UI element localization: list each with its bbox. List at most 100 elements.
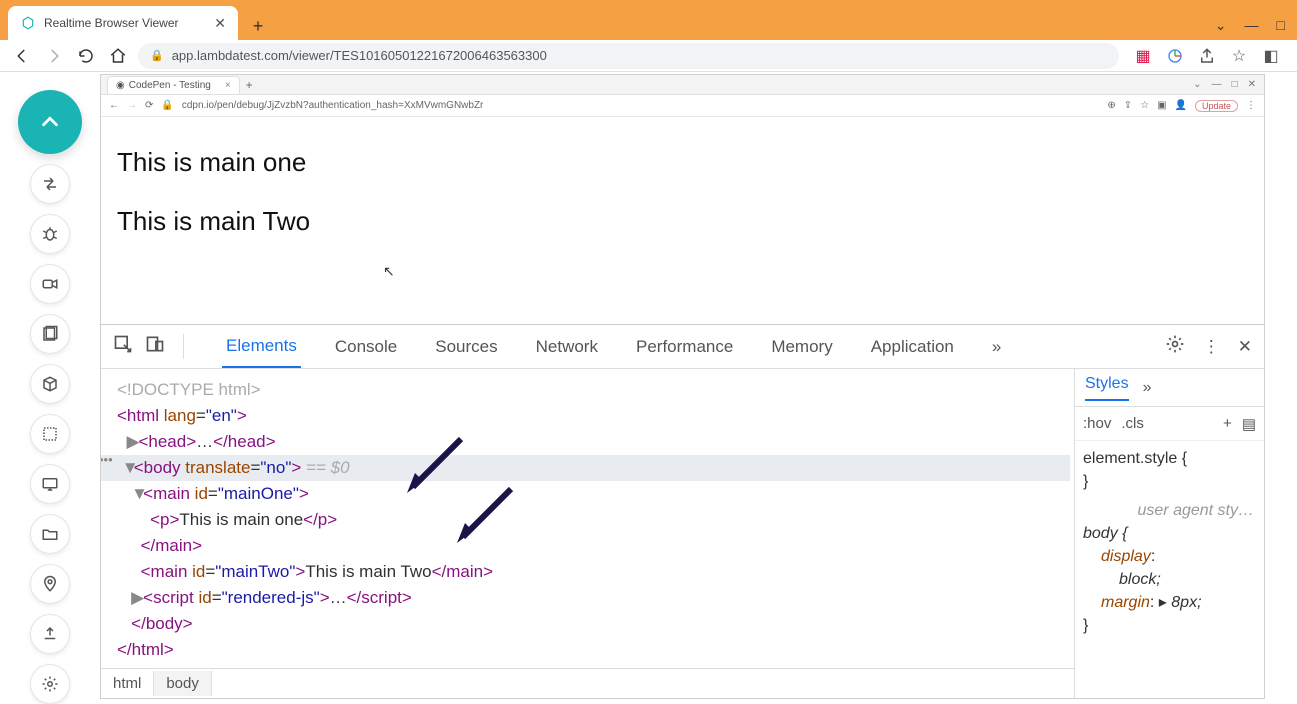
lambdatest-favicon	[20, 15, 36, 31]
more-tabs-icon[interactable]: »	[1143, 379, 1152, 397]
more-tabs-icon[interactable]: »	[988, 327, 1005, 367]
lock-icon: 🔒	[161, 100, 173, 111]
close-icon[interactable]: ✕	[1238, 337, 1252, 357]
cls-toggle[interactable]: .cls	[1121, 415, 1144, 432]
outer-tab-title: Realtime Browser Viewer	[44, 16, 179, 30]
close-brace: }	[1083, 614, 1256, 637]
lambdatest-toolbar	[18, 90, 82, 704]
outer-url-text: app.lambdatest.com/viewer/TES10160501221…	[172, 48, 547, 63]
minimize-icon[interactable]: —	[1212, 79, 1222, 90]
maximize-icon[interactable]: □	[1277, 17, 1285, 34]
breadcrumb-html[interactable]: html	[101, 671, 154, 696]
dom-doctype: <!DOCTYPE html>	[117, 380, 261, 399]
computed-icon[interactable]: ▤	[1242, 415, 1256, 433]
outer-browser-tab[interactable]: Realtime Browser Viewer ✕	[8, 6, 238, 40]
google-icon[interactable]	[1165, 46, 1185, 66]
tab-sources[interactable]: Sources	[431, 327, 501, 367]
cube-icon[interactable]	[30, 364, 70, 404]
zoom-icon[interactable]: ⊕	[1107, 100, 1115, 111]
folder-icon[interactable]	[30, 514, 70, 554]
reload-button[interactable]: ⟳	[145, 100, 153, 111]
sidepanel-icon[interactable]: ◧	[1261, 46, 1281, 66]
inner-new-tab-button[interactable]: +	[246, 78, 253, 92]
back-button[interactable]: ←	[109, 100, 119, 111]
tab-memory[interactable]: Memory	[767, 327, 836, 367]
close-icon[interactable]: ✕	[1248, 79, 1256, 90]
inner-tab-title: CodePen - Testing	[129, 80, 211, 91]
tab-performance[interactable]: Performance	[632, 327, 737, 367]
update-button[interactable]: Update	[1195, 100, 1238, 112]
body-selector: body {	[1083, 522, 1256, 545]
page-paragraph-1: This is main one	[117, 147, 1248, 178]
kebab-icon[interactable]: ⋮	[1203, 337, 1220, 357]
upload-icon[interactable]	[30, 614, 70, 654]
outer-browser-tabstrip: Realtime Browser Viewer ✕ + ⌄ — □	[0, 0, 1297, 40]
dom-breadcrumb[interactable]: html body	[101, 668, 1074, 698]
inner-browser-window: ◉ CodePen - Testing × + ⌄ — □ ✕ ← → ⟳ 🔒 …	[100, 74, 1265, 699]
extension-icon[interactable]: ▣	[1157, 100, 1166, 111]
forward-button[interactable]: →	[127, 100, 137, 111]
inner-browser-tab[interactable]: ◉ CodePen - Testing ×	[107, 76, 240, 94]
close-icon[interactable]: ✕	[214, 15, 226, 32]
reload-button[interactable]	[74, 44, 98, 68]
forward-button[interactable]	[42, 44, 66, 68]
video-icon[interactable]	[30, 264, 70, 304]
layout-icon[interactable]	[30, 414, 70, 454]
styles-rules[interactable]: element.style { } user agent sty… body {…	[1075, 441, 1264, 698]
eq0-marker: == $0	[301, 458, 349, 477]
tab-application[interactable]: Application	[867, 327, 958, 367]
share-icon[interactable]	[1197, 46, 1217, 66]
inspect-icon[interactable]	[113, 334, 133, 359]
menu-icon[interactable]: ⋮	[1246, 100, 1256, 111]
dom-tree[interactable]: ••• <!DOCTYPE html> <html lang="en"> ▶<h…	[101, 369, 1074, 668]
hov-toggle[interactable]: :hov	[1083, 415, 1111, 432]
share-icon[interactable]: ⇪	[1124, 100, 1132, 111]
ua-stylesheet-label: user agent sty…	[1083, 499, 1256, 522]
chevron-down-icon[interactable]: ⌄	[1215, 17, 1227, 34]
tab-console[interactable]: Console	[331, 327, 401, 367]
inner-tabstrip: ◉ CodePen - Testing × + ⌄ — □ ✕	[101, 75, 1264, 95]
devtools-tabstrip: Elements Console Sources Network Perform…	[101, 325, 1264, 369]
star-icon[interactable]: ☆	[1229, 46, 1249, 66]
switch-icon[interactable]	[30, 164, 70, 204]
breadcrumb-body[interactable]: body	[154, 671, 212, 696]
line-actions-icon[interactable]: •••	[101, 447, 113, 473]
element-style-close: }	[1083, 470, 1256, 493]
outer-address-bar-row: 🔒 app.lambdatest.com/viewer/TES101605012…	[0, 40, 1297, 72]
minimize-icon[interactable]: —	[1245, 17, 1259, 34]
profile-icon[interactable]: 👤	[1175, 100, 1187, 111]
back-button[interactable]	[10, 44, 34, 68]
location-icon[interactable]	[30, 564, 70, 604]
gear-icon[interactable]	[1165, 334, 1185, 359]
bug-icon[interactable]	[30, 214, 70, 254]
home-button[interactable]	[106, 44, 130, 68]
toolbar-collapse-button[interactable]	[18, 90, 82, 154]
outer-url-bar[interactable]: 🔒 app.lambdatest.com/viewer/TES101605012…	[138, 43, 1119, 69]
monitor-icon[interactable]	[30, 464, 70, 504]
devtools-body: ••• <!DOCTYPE html> <html lang="en"> ▶<h…	[101, 369, 1264, 698]
translate-icon[interactable]: ▦	[1133, 46, 1153, 66]
devtools-panel: Elements Console Sources Network Perform…	[101, 324, 1264, 698]
mouse-cursor-icon: ↖	[383, 263, 395, 280]
elements-panel: ••• <!DOCTYPE html> <html lang="en"> ▶<h…	[101, 369, 1074, 698]
device-toggle-icon[interactable]	[145, 334, 165, 359]
close-icon[interactable]: ×	[225, 80, 231, 91]
maximize-icon[interactable]: □	[1232, 79, 1238, 90]
tab-network[interactable]: Network	[532, 327, 602, 367]
window-controls: ⌄ — □	[1215, 17, 1297, 40]
screenshot-icon[interactable]	[30, 314, 70, 354]
chevron-down-icon[interactable]: ⌄	[1193, 79, 1201, 90]
star-icon[interactable]: ☆	[1140, 100, 1149, 111]
lock-icon: 🔒	[150, 49, 164, 62]
inner-address-bar-row: ← → ⟳ 🔒 cdpn.io/pen/debug/JjZvzbN?authen…	[101, 95, 1264, 117]
element-style-open: element.style {	[1083, 447, 1256, 470]
codepen-favicon: ◉	[116, 80, 125, 91]
inner-url-text: cdpn.io/pen/debug/JjZvzbN?authentication…	[182, 100, 1099, 111]
add-rule-icon[interactable]: +	[1223, 415, 1232, 432]
tab-elements[interactable]: Elements	[222, 326, 301, 368]
gear-icon[interactable]	[30, 664, 70, 704]
new-tab-button[interactable]: +	[244, 12, 272, 40]
tab-styles[interactable]: Styles	[1085, 375, 1129, 401]
rendered-page: This is main one This is main Two ↖	[101, 117, 1264, 324]
workspace: ◉ CodePen - Testing × + ⌄ — □ ✕ ← → ⟳ 🔒 …	[0, 72, 1297, 699]
